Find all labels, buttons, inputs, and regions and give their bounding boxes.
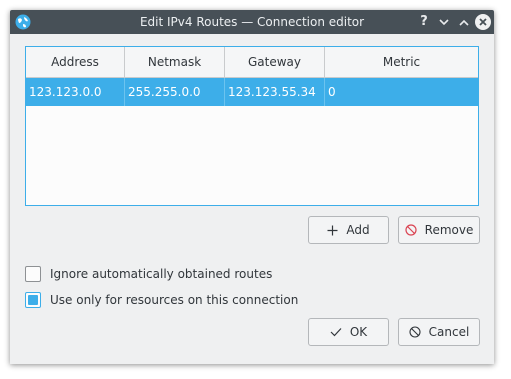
checkmark-icon <box>330 327 342 337</box>
cell-gateway[interactable]: 123.123.55.34 <box>225 78 325 106</box>
route-editor-window: Edit IPv4 Routes — Connection editor ? A… <box>10 10 494 364</box>
ignore-routes-label[interactable]: Ignore automatically obtained routes <box>50 267 272 281</box>
routes-table[interactable]: Address Netmask Gateway Metric 123.123.0… <box>25 46 479 206</box>
table-row[interactable]: 123.123.0.0 255.255.0.0 123.123.55.34 0 <box>26 78 478 106</box>
use-only-option[interactable]: Use only for resources on this connectio… <box>25 291 298 309</box>
no-entry-icon <box>405 224 417 236</box>
remove-button-label: Remove <box>424 223 474 237</box>
use-only-checkbox[interactable] <box>25 292 41 308</box>
cell-address[interactable]: 123.123.0.0 <box>26 78 125 106</box>
cancel-circle-icon <box>409 326 421 338</box>
cell-metric[interactable]: 0 <box>325 78 478 106</box>
help-icon: ? <box>420 14 428 29</box>
close-icon <box>475 14 491 30</box>
ok-button[interactable]: OK <box>308 318 389 346</box>
column-header-gateway[interactable]: Gateway <box>225 47 325 77</box>
table-header: Address Netmask Gateway Metric <box>26 47 478 78</box>
use-only-label[interactable]: Use only for resources on this connectio… <box>50 293 298 307</box>
add-button[interactable]: Add <box>308 216 389 244</box>
help-button[interactable]: ? <box>415 13 433 31</box>
column-header-netmask[interactable]: Netmask <box>125 47 225 77</box>
title-bar[interactable]: Edit IPv4 Routes — Connection editor ? <box>10 10 494 34</box>
column-header-address[interactable]: Address <box>26 47 125 77</box>
chevron-down-icon <box>439 18 449 25</box>
plus-icon <box>327 225 338 236</box>
add-button-label: Add <box>346 223 370 237</box>
cancel-button-label: Cancel <box>428 325 470 339</box>
ignore-routes-checkbox[interactable] <box>25 266 41 282</box>
cell-netmask[interactable]: 255.255.0.0 <box>125 78 225 106</box>
minimize-button[interactable] <box>435 13 453 31</box>
ignore-routes-option[interactable]: Ignore automatically obtained routes <box>25 265 272 283</box>
remove-button[interactable]: Remove <box>398 216 480 244</box>
checkbox-fill <box>28 295 38 305</box>
maximize-button[interactable] <box>455 13 473 31</box>
chevron-up-icon <box>459 19 469 26</box>
ok-button-label: OK <box>349 325 368 339</box>
cancel-button[interactable]: Cancel <box>398 318 480 346</box>
close-button[interactable] <box>474 13 492 31</box>
column-header-metric[interactable]: Metric <box>325 47 478 77</box>
